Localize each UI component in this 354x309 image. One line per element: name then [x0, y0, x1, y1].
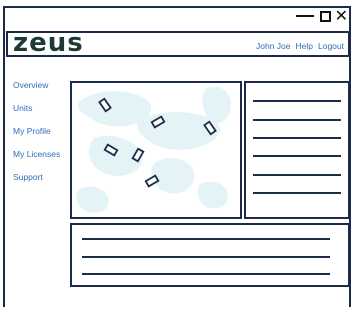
sidebar-item-my-profile[interactable]: My Profile	[13, 126, 60, 136]
sidebar-item-support[interactable]: Support	[13, 172, 60, 182]
units-list-panel	[244, 81, 350, 219]
zeus-logo: zeus	[13, 28, 84, 58]
details-row[interactable]	[82, 256, 330, 258]
sidebar-item-my-licenses[interactable]: My Licenses	[13, 149, 60, 159]
details-row[interactable]	[82, 273, 330, 275]
top-nav: John Joe Help Logout	[256, 41, 344, 51]
sidebar-item-units[interactable]: Units	[13, 103, 60, 113]
window-controls: ✕	[295, 8, 348, 24]
close-icon[interactable]: ✕	[335, 8, 348, 24]
list-row[interactable]	[253, 119, 341, 121]
list-row[interactable]	[253, 100, 341, 102]
sidebar: Overview Units My Profile My Licenses Su…	[13, 80, 60, 182]
map-landmass	[151, 158, 195, 194]
map-landmass	[197, 181, 228, 209]
user-link[interactable]: John Joe	[256, 41, 291, 51]
sidebar-item-overview[interactable]: Overview	[13, 80, 60, 90]
list-row[interactable]	[253, 137, 341, 139]
help-link[interactable]: Help	[296, 41, 313, 51]
app-header: zeus John Joe Help Logout	[6, 28, 350, 58]
list-row[interactable]	[253, 192, 341, 194]
maximize-icon[interactable]	[319, 10, 331, 22]
list-row[interactable]	[253, 155, 341, 157]
world-map	[76, 86, 231, 213]
list-row[interactable]	[253, 174, 341, 176]
map-panel[interactable]	[70, 81, 242, 219]
minimize-icon[interactable]	[295, 15, 314, 17]
map-landmass	[76, 186, 109, 213]
details-panel	[70, 223, 350, 287]
details-row[interactable]	[82, 238, 330, 240]
logout-link[interactable]: Logout	[318, 41, 344, 51]
